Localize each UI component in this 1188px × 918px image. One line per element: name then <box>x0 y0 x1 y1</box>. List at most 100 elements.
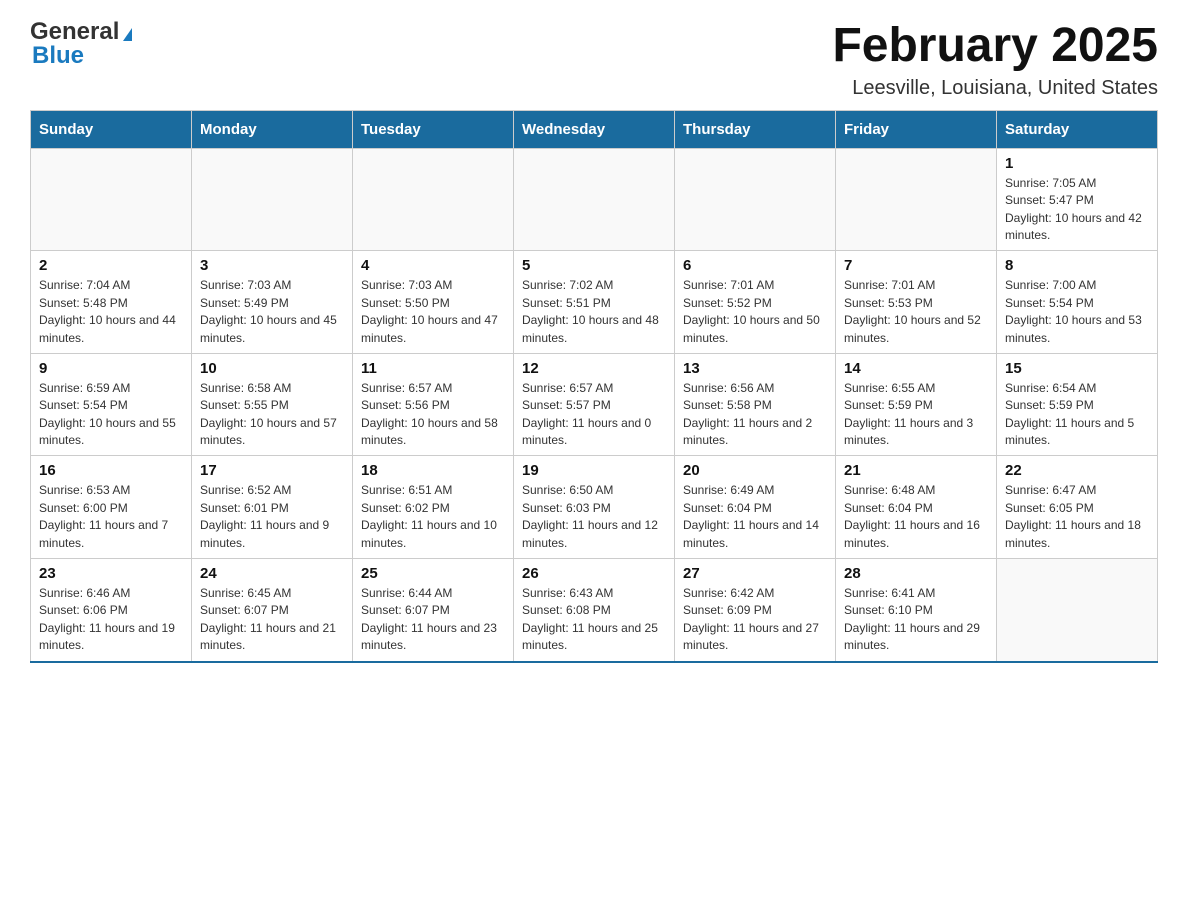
day-number: 16 <box>39 462 183 479</box>
table-row <box>997 559 1158 662</box>
logo-triangle-icon <box>123 28 132 41</box>
calendar-week-2: 2 Sunrise: 7:04 AM Sunset: 5:48 PM Daylig… <box>31 251 1158 354</box>
day-number: 12 <box>522 360 666 377</box>
table-row: 25 Sunrise: 6:44 AM Sunset: 6:07 PM Dayli… <box>353 559 514 662</box>
table-row <box>514 148 675 251</box>
logo: General Blue <box>30 20 132 68</box>
table-row <box>353 148 514 251</box>
day-info: Sunrise: 7:04 AM Sunset: 5:48 PM Dayligh… <box>39 277 183 347</box>
day-info: Sunrise: 7:03 AM Sunset: 5:49 PM Dayligh… <box>200 277 344 347</box>
day-info: Sunrise: 6:56 AM Sunset: 5:58 PM Dayligh… <box>683 380 827 450</box>
day-number: 9 <box>39 360 183 377</box>
day-info: Sunrise: 6:43 AM Sunset: 6:08 PM Dayligh… <box>522 585 666 655</box>
table-row: 28 Sunrise: 6:41 AM Sunset: 6:10 PM Dayli… <box>836 559 997 662</box>
day-number: 8 <box>1005 257 1149 274</box>
day-info: Sunrise: 6:47 AM Sunset: 6:05 PM Dayligh… <box>1005 482 1149 552</box>
day-number: 22 <box>1005 462 1149 479</box>
day-number: 17 <box>200 462 344 479</box>
day-number: 27 <box>683 565 827 582</box>
table-row: 24Sunrise: 6:45 AM Sunset: 6:07 PM Dayli… <box>192 559 353 662</box>
day-number: 4 <box>361 257 505 274</box>
page-header: General Blue February 2025 Leesville, Lo… <box>30 20 1158 100</box>
header-monday: Monday <box>192 110 353 148</box>
table-row: 8 Sunrise: 7:00 AM Sunset: 5:54 PM Daylig… <box>997 251 1158 354</box>
calendar-week-3: 9 Sunrise: 6:59 AM Sunset: 5:54 PM Daylig… <box>31 353 1158 456</box>
table-row: 2 Sunrise: 7:04 AM Sunset: 5:48 PM Daylig… <box>31 251 192 354</box>
day-number: 2 <box>39 257 183 274</box>
day-info: Sunrise: 7:01 AM Sunset: 5:52 PM Dayligh… <box>683 277 827 347</box>
day-number: 19 <box>522 462 666 479</box>
table-row: 23 Sunrise: 6:46 AM Sunset: 6:06 PM Dayli… <box>31 559 192 662</box>
header-sunday: Sunday <box>31 110 192 148</box>
calendar-week-5: 23 Sunrise: 6:46 AM Sunset: 6:06 PM Dayli… <box>31 559 1158 662</box>
day-info: Sunrise: 6:48 AM Sunset: 6:04 PM Dayligh… <box>844 482 988 552</box>
day-info: Sunrise: 6:46 AM Sunset: 6:06 PM Dayligh… <box>39 585 183 655</box>
table-row: 12Sunrise: 6:57 AM Sunset: 5:57 PM Dayli… <box>514 353 675 456</box>
day-info: Sunrise: 6:49 AM Sunset: 6:04 PM Dayligh… <box>683 482 827 552</box>
table-row: 22 Sunrise: 6:47 AM Sunset: 6:05 PM Dayli… <box>997 456 1158 559</box>
day-number: 3 <box>200 257 344 274</box>
day-number: 18 <box>361 462 505 479</box>
table-row: 17Sunrise: 6:52 AM Sunset: 6:01 PM Dayli… <box>192 456 353 559</box>
logo-blue-text: Blue <box>32 44 84 68</box>
logo-general-text: General <box>30 20 119 44</box>
table-row: 9 Sunrise: 6:59 AM Sunset: 5:54 PM Daylig… <box>31 353 192 456</box>
day-number: 11 <box>361 360 505 377</box>
day-number: 6 <box>683 257 827 274</box>
table-row: 15 Sunrise: 6:54 AM Sunset: 5:59 PM Dayli… <box>997 353 1158 456</box>
day-info: Sunrise: 6:58 AM Sunset: 5:55 PM Dayligh… <box>200 380 344 450</box>
table-row: 7 Sunrise: 7:01 AM Sunset: 5:53 PM Daylig… <box>836 251 997 354</box>
table-row: 19 Sunrise: 6:50 AM Sunset: 6:03 PM Dayli… <box>514 456 675 559</box>
calendar-week-1: 1Sunrise: 7:05 AM Sunset: 5:47 PM Daylig… <box>31 148 1158 251</box>
day-info: Sunrise: 7:02 AM Sunset: 5:51 PM Dayligh… <box>522 277 666 347</box>
day-info: Sunrise: 6:45 AM Sunset: 6:07 PM Dayligh… <box>200 585 344 655</box>
subtitle: Leesville, Louisiana, United States <box>832 77 1158 100</box>
day-info: Sunrise: 6:41 AM Sunset: 6:10 PM Dayligh… <box>844 585 988 655</box>
table-row: 11 Sunrise: 6:57 AM Sunset: 5:56 PM Dayli… <box>353 353 514 456</box>
header-tuesday: Tuesday <box>353 110 514 148</box>
header-wednesday: Wednesday <box>514 110 675 148</box>
day-info: Sunrise: 6:59 AM Sunset: 5:54 PM Dayligh… <box>39 380 183 450</box>
table-row: 14 Sunrise: 6:55 AM Sunset: 5:59 PM Dayli… <box>836 353 997 456</box>
day-number: 25 <box>361 565 505 582</box>
day-info: Sunrise: 6:54 AM Sunset: 5:59 PM Dayligh… <box>1005 380 1149 450</box>
calendar-header-row: Sunday Monday Tuesday Wednesday Thursday… <box>31 110 1158 148</box>
calendar-table: Sunday Monday Tuesday Wednesday Thursday… <box>30 110 1158 663</box>
table-row <box>675 148 836 251</box>
table-row <box>192 148 353 251</box>
day-info: Sunrise: 6:50 AM Sunset: 6:03 PM Dayligh… <box>522 482 666 552</box>
day-number: 21 <box>844 462 988 479</box>
table-row: 5 Sunrise: 7:02 AM Sunset: 5:51 PM Daylig… <box>514 251 675 354</box>
table-row: 13 Sunrise: 6:56 AM Sunset: 5:58 PM Dayli… <box>675 353 836 456</box>
day-number: 7 <box>844 257 988 274</box>
main-title: February 2025 <box>832 20 1158 73</box>
header-saturday: Saturday <box>997 110 1158 148</box>
table-row: 21 Sunrise: 6:48 AM Sunset: 6:04 PM Dayli… <box>836 456 997 559</box>
day-number: 23 <box>39 565 183 582</box>
table-row: 10 Sunrise: 6:58 AM Sunset: 5:55 PM Dayli… <box>192 353 353 456</box>
day-number: 15 <box>1005 360 1149 377</box>
title-section: February 2025 Leesville, Louisiana, Unit… <box>832 20 1158 100</box>
day-info: Sunrise: 7:05 AM Sunset: 5:47 PM Dayligh… <box>1005 175 1149 245</box>
day-number: 5 <box>522 257 666 274</box>
day-info: Sunrise: 6:57 AM Sunset: 5:56 PM Dayligh… <box>361 380 505 450</box>
day-number: 28 <box>844 565 988 582</box>
day-info: Sunrise: 6:53 AM Sunset: 6:00 PM Dayligh… <box>39 482 183 552</box>
table-row: 1Sunrise: 7:05 AM Sunset: 5:47 PM Daylig… <box>997 148 1158 251</box>
day-number: 14 <box>844 360 988 377</box>
table-row: 16 Sunrise: 6:53 AM Sunset: 6:00 PM Dayli… <box>31 456 192 559</box>
table-row: 27 Sunrise: 6:42 AM Sunset: 6:09 PM Dayli… <box>675 559 836 662</box>
day-info: Sunrise: 7:00 AM Sunset: 5:54 PM Dayligh… <box>1005 277 1149 347</box>
header-thursday: Thursday <box>675 110 836 148</box>
calendar-week-4: 16 Sunrise: 6:53 AM Sunset: 6:00 PM Dayli… <box>31 456 1158 559</box>
table-row: 26Sunrise: 6:43 AM Sunset: 6:08 PM Dayli… <box>514 559 675 662</box>
day-number: 10 <box>200 360 344 377</box>
day-number: 13 <box>683 360 827 377</box>
table-row: 20Sunrise: 6:49 AM Sunset: 6:04 PM Dayli… <box>675 456 836 559</box>
day-info: Sunrise: 6:44 AM Sunset: 6:07 PM Dayligh… <box>361 585 505 655</box>
table-row: 18Sunrise: 6:51 AM Sunset: 6:02 PM Dayli… <box>353 456 514 559</box>
day-info: Sunrise: 6:42 AM Sunset: 6:09 PM Dayligh… <box>683 585 827 655</box>
table-row <box>836 148 997 251</box>
day-info: Sunrise: 6:55 AM Sunset: 5:59 PM Dayligh… <box>844 380 988 450</box>
day-info: Sunrise: 7:01 AM Sunset: 5:53 PM Dayligh… <box>844 277 988 347</box>
